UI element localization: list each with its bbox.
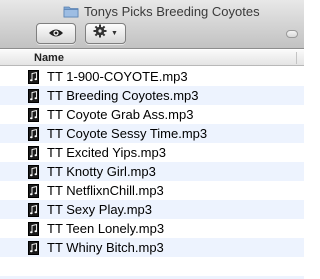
file-row[interactable]: TT Whiny Bitch.mp3 — [0, 238, 304, 257]
column-header-label: Name — [34, 51, 64, 64]
file-row[interactable]: TT Knotty Girl.mp3 — [0, 162, 304, 181]
file-name: TT 1-900-COYOTE.mp3 — [47, 69, 188, 84]
file-name: TT Knotty Girl.mp3 — [47, 164, 156, 179]
music-file-icon — [28, 202, 39, 217]
music-file-icon — [28, 107, 39, 122]
music-file-icon — [28, 88, 39, 103]
window-title-text: Tonys Picks Breeding Coyotes — [84, 3, 260, 19]
quick-look-button[interactable] — [36, 23, 76, 44]
music-file-icon — [28, 145, 39, 160]
column-separator — [296, 52, 297, 64]
file-row[interactable]: TT Teen Lonely.mp3 — [0, 219, 304, 238]
file-row[interactable]: TT Coyote Sessy Time.mp3 — [0, 124, 304, 143]
toolbar-toggle-button[interactable] — [286, 30, 298, 38]
action-menu-button[interactable]: ▼ — [85, 23, 126, 44]
file-name: TT Teen Lonely.mp3 — [47, 221, 165, 236]
gear-icon — [93, 24, 107, 43]
empty-list-area — [0, 257, 304, 279]
file-row[interactable]: TT Sexy Play.mp3 — [0, 200, 304, 219]
column-header-name[interactable]: Name — [0, 50, 304, 66]
folder-icon — [63, 5, 79, 18]
finder-window: Tonys Picks Breeding Coyotes ▼ Name TT 1… — [0, 0, 304, 279]
file-name: TT Coyote Sessy Time.mp3 — [47, 126, 208, 141]
music-file-icon — [28, 126, 39, 141]
file-name: TT Coyote Grab Ass.mp3 — [47, 107, 194, 122]
eye-icon — [48, 25, 64, 43]
toolbar: ▼ — [36, 23, 126, 44]
file-row[interactable]: TT NetflixnChill.mp3 — [0, 181, 304, 200]
file-list: TT 1-900-COYOTE.mp3 TT Breeding Coyotes.m… — [0, 67, 304, 257]
music-file-icon — [28, 221, 39, 236]
file-row[interactable]: TT 1-900-COYOTE.mp3 — [0, 67, 304, 86]
file-row[interactable]: TT Excited Yips.mp3 — [0, 143, 304, 162]
file-row[interactable]: TT Coyote Grab Ass.mp3 — [0, 105, 304, 124]
file-name: TT NetflixnChill.mp3 — [47, 183, 164, 198]
file-row[interactable]: TT Breeding Coyotes.mp3 — [0, 86, 304, 105]
file-name: TT Breeding Coyotes.mp3 — [47, 88, 199, 103]
file-name: TT Whiny Bitch.mp3 — [47, 240, 164, 255]
chevron-down-icon: ▼ — [111, 30, 118, 37]
window-title: Tonys Picks Breeding Coyotes — [63, 3, 260, 19]
titlebar[interactable]: Tonys Picks Breeding Coyotes ▼ — [0, 0, 304, 49]
music-file-icon — [28, 164, 39, 179]
music-file-icon — [28, 183, 39, 198]
music-file-icon — [28, 240, 39, 255]
file-name: TT Sexy Play.mp3 — [47, 202, 152, 217]
file-name: TT Excited Yips.mp3 — [47, 145, 166, 160]
music-file-icon — [28, 69, 39, 84]
